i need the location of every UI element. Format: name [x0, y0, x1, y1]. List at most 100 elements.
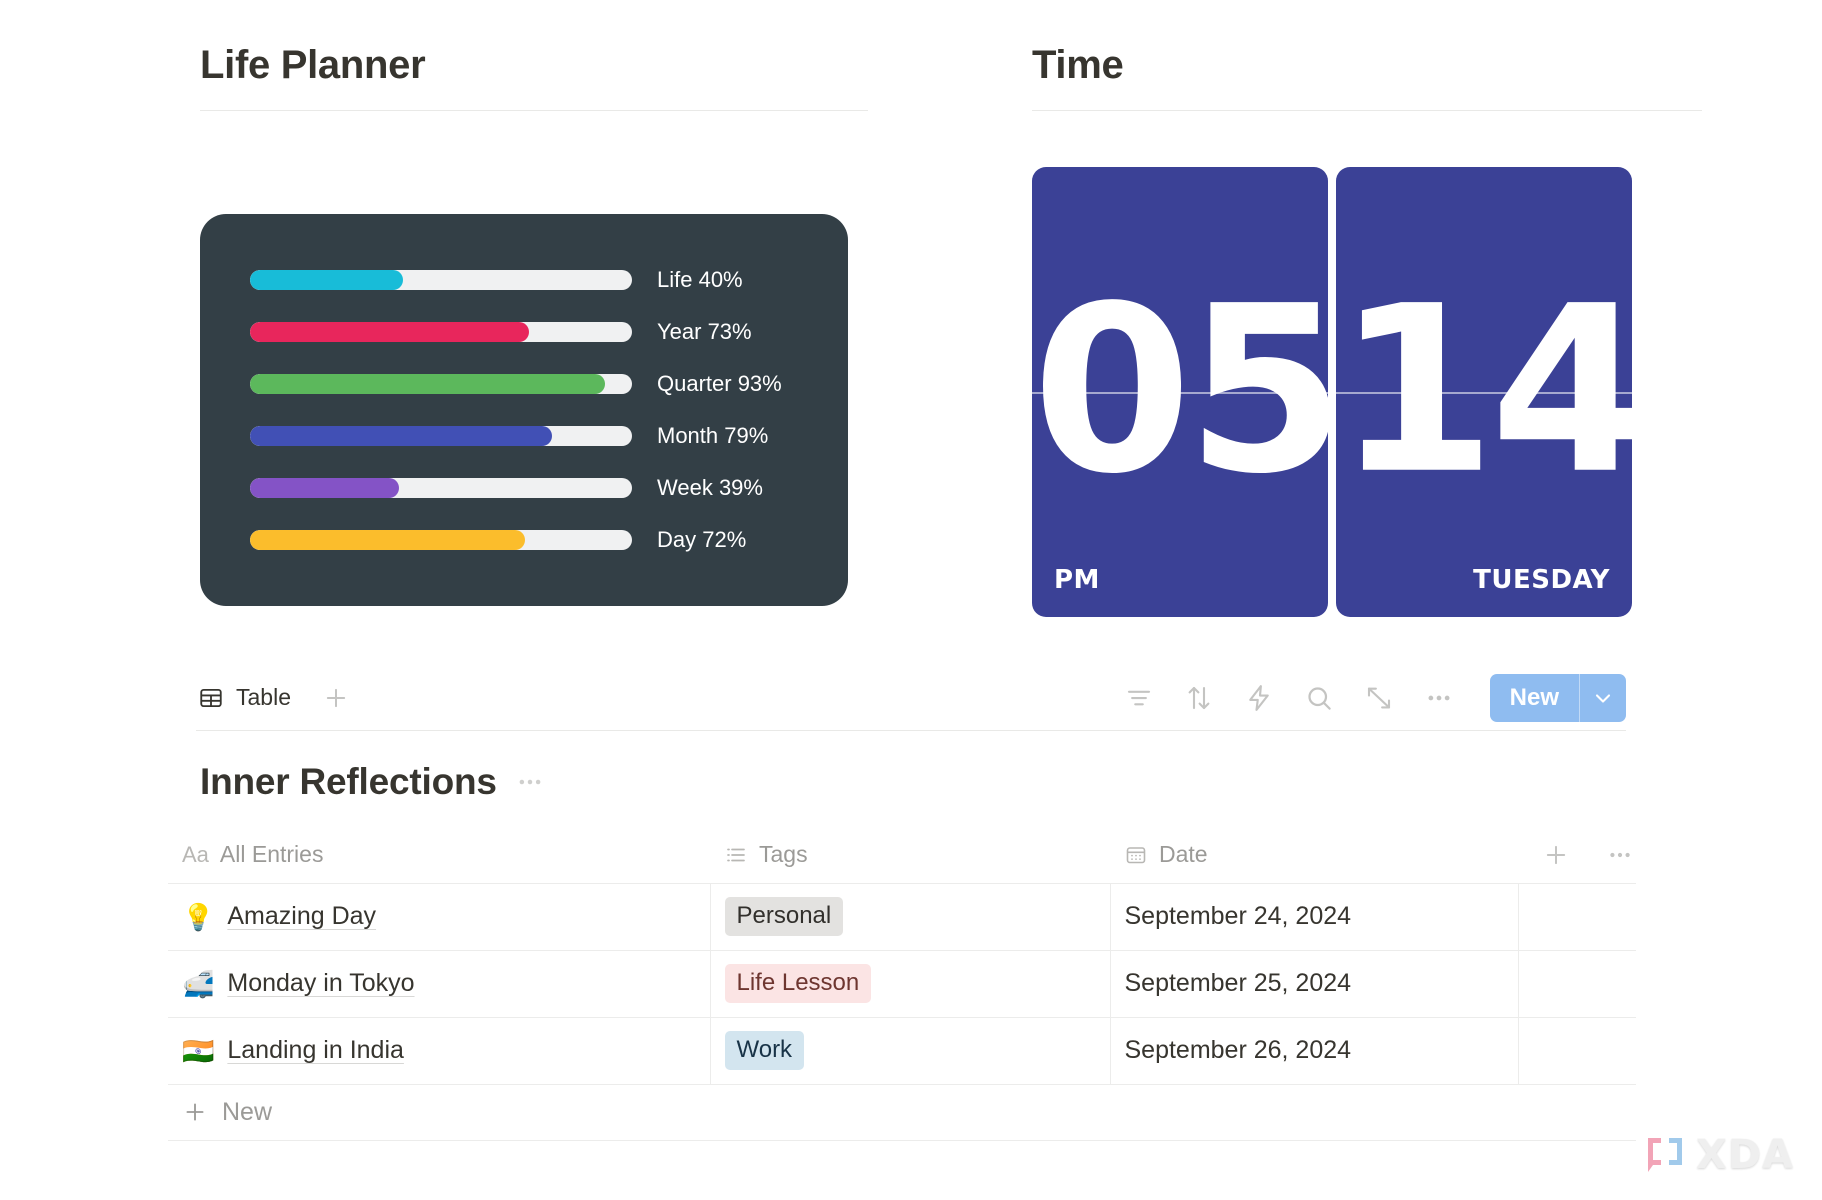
table-header: Aa All Entries Tags Date [168, 827, 1636, 883]
calendar-icon [1124, 843, 1148, 867]
column-header-date[interactable]: Date [1110, 827, 1518, 883]
progress-label-week: Week 39% [657, 475, 763, 500]
progress-track-week [250, 478, 632, 498]
progress-label-month: Month 79% [657, 423, 769, 448]
search-icon[interactable] [1302, 681, 1336, 715]
tag-badge: Life Lesson [724, 964, 872, 1003]
time-column: Time 05 PM 14 TUESDAY [872, 42, 1822, 617]
clock-weekday-label: TUESDAY [1473, 565, 1610, 595]
view-tab-table[interactable]: Table [196, 680, 293, 715]
progress-row-quarter: Quarter 93% [200, 358, 848, 410]
more-icon[interactable] [1422, 681, 1456, 715]
view-tab-label: Table [236, 684, 291, 710]
cell-tags[interactable]: Life Lesson [710, 949, 1111, 1017]
column-header-tags[interactable]: Tags [710, 827, 1110, 883]
cell-date[interactable]: September 26, 2024 [1110, 1016, 1519, 1085]
progress-label-quarter: Quarter 93% [657, 371, 782, 396]
multiselect-icon [724, 843, 748, 867]
entry-title-link[interactable]: Landing in India [227, 1036, 404, 1065]
left-divider [200, 110, 868, 111]
progress-track-year [250, 322, 632, 342]
cell-name[interactable]: 🇮🇳 Landing in India [168, 1016, 711, 1085]
progress-fill-quarter [250, 374, 606, 394]
table-row[interactable]: 🇮🇳 Landing in India Work September 26, 2… [168, 1016, 1636, 1085]
widgets-row: Life Planner Life 40% Year 73% Quarter 9… [0, 0, 1822, 617]
entries-table: Aa All Entries Tags Date 💡 Amazing Day P… [168, 827, 1636, 1085]
progress-fill-year [250, 322, 529, 342]
database-title[interactable]: Inner Reflections [200, 761, 497, 803]
cell-spacer [1518, 949, 1636, 1017]
flip-card-hour: 05 PM [1032, 167, 1328, 617]
cell-tags[interactable]: Personal [710, 882, 1111, 950]
database-more-icon[interactable] [515, 767, 545, 797]
table-body: 💡 Amazing Day Personal September 24, 202… [168, 882, 1636, 1085]
progress-fill-life [250, 270, 403, 290]
progress-row-day: Day 72% [200, 514, 848, 566]
cell-spacer [1518, 882, 1636, 950]
cell-date[interactable]: September 24, 2024 [1110, 882, 1519, 950]
table-row[interactable]: 💡 Amazing Day Personal September 24, 202… [168, 882, 1636, 950]
time-heading: Time [1032, 43, 1124, 87]
table-more-icon[interactable] [1606, 841, 1634, 869]
life-planner-column: Life Planner Life 40% Year 73% Quarter 9… [0, 42, 872, 617]
app-page: Life Planner Life 40% Year 73% Quarter 9… [0, 0, 1822, 1200]
flip-seam-hour [1032, 392, 1328, 394]
india-flag-emoji: 🇮🇳 [182, 1035, 215, 1066]
new-button[interactable]: New [1490, 674, 1579, 722]
table-icon [198, 685, 224, 711]
entry-title-link[interactable]: Monday in Tokyo [227, 969, 414, 998]
cell-spacer [1518, 1016, 1636, 1085]
cell-date[interactable]: September 25, 2024 [1110, 949, 1519, 1017]
xda-watermark: XDA [1642, 1132, 1794, 1178]
flip-card-minute: 14 TUESDAY [1336, 167, 1632, 617]
database-toolbar: Table New [196, 665, 1626, 731]
progress-label-life: Life 40% [657, 267, 743, 292]
table-header-row: Aa All Entries Tags Date [168, 827, 1636, 883]
column-header-name-label: All Entries [219, 841, 324, 868]
new-button-label: New [1509, 683, 1559, 711]
new-button-dropdown[interactable] [1580, 674, 1626, 722]
progress-row-week: Week 39% [200, 462, 848, 514]
progress-label-year: Year 73% [657, 319, 752, 344]
toolbar-left-group: Table [196, 680, 353, 715]
tag-badge: Personal [724, 897, 844, 936]
column-header-actions [1518, 827, 1636, 883]
entry-title-link[interactable]: Amazing Day [227, 902, 376, 931]
progress-row-life: Life 40% [200, 254, 848, 306]
automation-icon[interactable] [1242, 681, 1276, 715]
expand-icon[interactable] [1362, 681, 1396, 715]
right-divider [1032, 110, 1702, 111]
life-planner-heading: Life Planner [200, 43, 426, 87]
cell-name[interactable]: 🚅 Monday in Tokyo [168, 949, 711, 1017]
filter-icon[interactable] [1122, 681, 1156, 715]
cell-tags[interactable]: Work [710, 1016, 1111, 1085]
table-new-row-label: New [222, 1097, 273, 1126]
progress-widget: Life 40% Year 73% Quarter 93% Month 79% … [200, 214, 848, 606]
bullet-train-emoji: 🚅 [182, 968, 215, 999]
cell-name[interactable]: 💡 Amazing Day [168, 882, 711, 950]
lightbulb-emoji: 💡 [182, 901, 215, 932]
xda-bracket-logo-icon [1642, 1134, 1688, 1176]
tag-badge: Work [724, 1031, 805, 1070]
progress-fill-week [250, 478, 399, 498]
new-button-group: New [1489, 673, 1626, 722]
progress-row-year: Year 73% [200, 306, 848, 358]
progress-track-life [250, 270, 632, 290]
progress-track-month [250, 426, 632, 446]
add-view-icon[interactable] [319, 681, 353, 715]
flip-seam-minute [1336, 392, 1632, 394]
progress-label-day: Day 72% [657, 527, 747, 552]
xda-wordmark: XDA [1696, 1132, 1794, 1178]
progress-fill-month [250, 426, 552, 446]
text-icon: Aa [182, 841, 209, 867]
add-property-icon[interactable] [1542, 841, 1570, 869]
table-new-row-button[interactable]: New [168, 1085, 1636, 1141]
toolbar-right-group: New [1122, 673, 1626, 722]
clock-meridiem-label: PM [1054, 565, 1100, 595]
plus-icon [182, 1099, 208, 1125]
flip-clock-widget: 05 PM 14 TUESDAY [1032, 167, 1822, 617]
column-header-name[interactable]: Aa All Entries [168, 827, 710, 883]
table-row[interactable]: 🚅 Monday in Tokyo Life Lesson September … [168, 949, 1636, 1017]
sort-icon[interactable] [1182, 681, 1216, 715]
progress-track-quarter [250, 374, 632, 394]
